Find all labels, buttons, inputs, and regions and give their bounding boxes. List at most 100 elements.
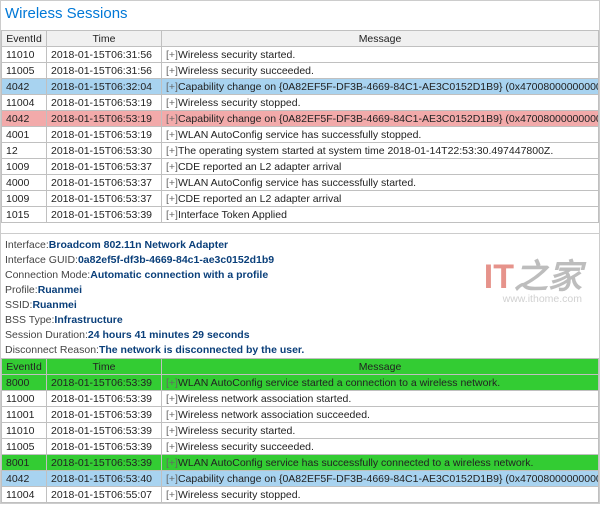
expand-icon[interactable]: [+]: [166, 473, 178, 485]
expand-icon[interactable]: [+]: [166, 489, 178, 501]
cell-message: [+]WLAN AutoConfig service has successfu…: [162, 455, 599, 471]
expand-icon[interactable]: [+]: [166, 177, 178, 189]
table-row[interactable]: 10152018-01-15T06:53:39[+]Interface Toke…: [2, 207, 599, 223]
col-event-header[interactable]: EventId: [2, 31, 47, 47]
cell-message: [+]Wireless security started.: [162, 423, 599, 439]
table-row[interactable]: 110042018-01-15T06:53:19[+]Wireless secu…: [2, 95, 599, 111]
message-text: Capability change on {0A82EF5F-DF3B-4669…: [178, 113, 599, 125]
cell-message: [+]WLAN AutoConfig service has successfu…: [162, 175, 599, 191]
cell-time: 2018-01-15T06:53:19: [47, 111, 162, 127]
detail-label: Session Duration:: [5, 329, 88, 341]
cell-eventid: 11010: [2, 423, 47, 439]
cell-eventid: 11000: [2, 391, 47, 407]
message-text: Capability change on {0A82EF5F-DF3B-4669…: [178, 473, 599, 485]
detail-value: The network is disconnected by the user.: [99, 344, 304, 356]
table-row[interactable]: 122018-01-15T06:53:30 [+]The operating sy…: [2, 143, 599, 159]
expand-icon[interactable]: [+]: [166, 65, 178, 77]
table-row[interactable]: 110052018-01-15T06:31:56 [+]Wireless secu…: [2, 63, 599, 79]
expand-icon[interactable]: [+]: [166, 409, 178, 421]
cell-eventid: 4042: [2, 471, 47, 487]
cell-message: [+]Wireless network association succeede…: [162, 407, 599, 423]
expand-icon[interactable]: [+]: [166, 193, 178, 205]
cell-time: 2018-01-15T06:53:30: [47, 143, 162, 159]
table-row[interactable]: 110102018-01-15T06:53:39[+]Wireless secu…: [2, 423, 599, 439]
cell-eventid: 11005: [2, 439, 47, 455]
cell-eventid: 1015: [2, 207, 47, 223]
cell-time: 2018-01-15T06:53:39: [47, 207, 162, 223]
cell-time: 2018-01-15T06:53:39: [47, 391, 162, 407]
message-text: Wireless security succeeded.: [178, 441, 314, 453]
expand-icon[interactable]: [+]: [166, 209, 178, 221]
cell-eventid: 4001: [2, 127, 47, 143]
expand-icon[interactable]: [+]: [166, 97, 178, 109]
table-row[interactable]: 40002018-01-15T06:53:37[+]WLAN AutoConfi…: [2, 175, 599, 191]
cell-message: [+]Interface Token Applied: [162, 207, 599, 223]
cell-message: [+]CDE reported an L2 adapter arrival: [162, 191, 599, 207]
expand-icon[interactable]: [+]: [166, 145, 178, 157]
table-row[interactable]: 40422018-01-15T06:53:19[+]Capability cha…: [2, 111, 599, 127]
cell-time: 2018-01-15T06:53:19: [47, 127, 162, 143]
col-message-header[interactable]: Message: [162, 359, 599, 375]
expand-icon[interactable]: [+]: [166, 393, 178, 405]
detail-value: Broadcom 802.11n Network Adapter: [49, 239, 228, 251]
message-text: WLAN AutoConfig service has successfully…: [178, 177, 416, 189]
table-row[interactable]: 110042018-01-15T06:55:07[+]Wireless secu…: [2, 487, 599, 503]
expand-icon[interactable]: [+]: [166, 377, 178, 389]
message-text: Wireless security succeeded.: [178, 65, 314, 77]
message-text: Wireless security started.: [178, 425, 295, 437]
table-row[interactable]: 80002018-01-15T06:53:39[+]WLAN AutoConfi…: [2, 375, 599, 391]
table-row[interactable]: 110002018-01-15T06:53:39[+]Wireless netw…: [2, 391, 599, 407]
table-row[interactable]: 10092018-01-15T06:53:37[+]CDE reported a…: [2, 159, 599, 175]
cell-time: 2018-01-15T06:53:37: [47, 175, 162, 191]
cell-time: 2018-01-15T06:31:56: [47, 63, 162, 79]
cell-time: 2018-01-15T06:53:19: [47, 95, 162, 111]
message-text: Wireless security stopped.: [178, 489, 301, 501]
table-row[interactable]: 40012018-01-15T06:53:19[+]WLAN AutoConfi…: [2, 127, 599, 143]
cell-time: 2018-01-15T06:31:56: [47, 47, 162, 63]
col-time-header[interactable]: Time: [47, 31, 162, 47]
cell-message: [+]Wireless security started.: [162, 47, 599, 63]
cell-message: [+]CDE reported an L2 adapter arrival: [162, 159, 599, 175]
message-text: Wireless network association started.: [178, 393, 351, 405]
cell-eventid: 11004: [2, 487, 47, 503]
detail-value: Infrastructure: [54, 314, 122, 326]
table-row[interactable]: 110102018-01-15T06:31:56[+]Wireless secu…: [2, 47, 599, 63]
expand-icon[interactable]: [+]: [166, 113, 178, 125]
cell-time: 2018-01-15T06:55:07: [47, 487, 162, 503]
cell-message: [+]Wireless network association started.: [162, 391, 599, 407]
expand-icon[interactable]: [+]: [166, 129, 178, 141]
message-text: CDE reported an L2 adapter arrival: [178, 161, 341, 173]
table-row[interactable]: 40422018-01-15T06:32:04[+]Capability cha…: [2, 79, 599, 95]
table-row[interactable]: 110012018-01-15T06:53:39[+]Wireless netw…: [2, 407, 599, 423]
cell-eventid: 12: [2, 143, 47, 159]
col-time-header[interactable]: Time: [47, 359, 162, 375]
message-text: Capability change on {0A82EF5F-DF3B-4669…: [178, 81, 599, 93]
cell-time: 2018-01-15T06:53:40: [47, 471, 162, 487]
detail-label: Profile:: [5, 284, 38, 296]
table-row[interactable]: 80012018-01-15T06:53:39[+]WLAN AutoConfi…: [2, 455, 599, 471]
message-text: The operating system started at system t…: [178, 145, 553, 157]
expand-icon[interactable]: [+]: [166, 81, 178, 93]
expand-icon[interactable]: [+]: [166, 425, 178, 437]
col-message-header[interactable]: Message: [162, 31, 599, 47]
cell-time: 2018-01-15T06:53:39: [47, 439, 162, 455]
cell-eventid: 8001: [2, 455, 47, 471]
col-event-header[interactable]: EventId: [2, 359, 47, 375]
expand-icon[interactable]: [+]: [166, 457, 178, 469]
detail-value: Ruanmei: [38, 284, 82, 296]
expand-icon[interactable]: [+]: [166, 49, 178, 61]
expand-icon[interactable]: [+]: [166, 161, 178, 173]
table-row[interactable]: 40422018-01-15T06:53:40 [+]Capability cha…: [2, 471, 599, 487]
message-text: Interface Token Applied: [178, 209, 287, 221]
cell-eventid: 11005: [2, 63, 47, 79]
cell-message: [+]Wireless security stopped.: [162, 487, 599, 503]
table-row[interactable]: 110052018-01-15T06:53:39 [+]Wireless secu…: [2, 439, 599, 455]
detail-value: Ruanmei: [32, 299, 76, 311]
table-row[interactable]: 10092018-01-15T06:53:37[+]CDE reported a…: [2, 191, 599, 207]
cell-eventid: 11010: [2, 47, 47, 63]
expand-icon[interactable]: [+]: [166, 441, 178, 453]
cell-eventid: 1009: [2, 191, 47, 207]
cell-eventid: 11001: [2, 407, 47, 423]
cell-message: [+]WLAN AutoConfig service started a con…: [162, 375, 599, 391]
detail-label: Interface GUID:: [5, 254, 78, 266]
